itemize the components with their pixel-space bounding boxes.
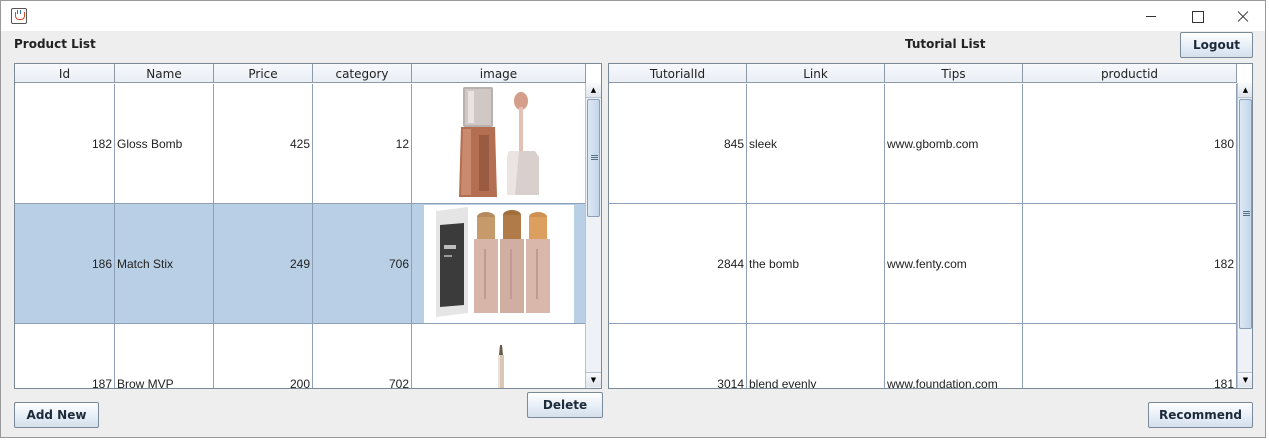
product-list-label: Product List	[14, 37, 96, 51]
product-id-cell[interactable]: 186	[15, 204, 115, 323]
product-category-cell[interactable]: 12	[313, 84, 412, 203]
brow-pencil-product-image	[448, 324, 549, 388]
product-price-cell[interactable]: 249	[214, 204, 313, 323]
table-row[interactable]: 182 Gloss Bomb 425 12	[15, 84, 586, 204]
column-header-link[interactable]: Link	[747, 64, 885, 83]
product-table-body: 182 Gloss Bomb 425 12 186 Match Stix 249…	[15, 84, 586, 388]
product-id-cell[interactable]: 187	[15, 324, 115, 388]
scroll-up-icon[interactable]: ▲	[1238, 83, 1252, 98]
column-header-image[interactable]: image	[412, 64, 586, 83]
product-name-cell[interactable]: Gloss Bomb	[115, 84, 214, 203]
product-table-header: Id Name Price category image	[15, 64, 586, 83]
tutorial-link-cell[interactable]: the bomb	[747, 204, 885, 323]
tutorial-productid-cell[interactable]: 180	[1023, 84, 1237, 203]
tutorial-tips-cell[interactable]: www.foundation.com	[885, 324, 1023, 388]
minimize-icon[interactable]	[1128, 1, 1174, 31]
product-price-cell[interactable]: 200	[214, 324, 313, 388]
table-row[interactable]: 2844 the bomb www.fenty.com 182	[609, 204, 1237, 324]
tutorial-id-cell[interactable]: 2844	[609, 204, 747, 323]
product-category-cell[interactable]: 706	[313, 204, 412, 323]
tutorial-link-cell[interactable]: sleek	[747, 84, 885, 203]
scroll-down-icon[interactable]: ▼	[1238, 372, 1252, 387]
tutorial-link-cell[interactable]: blend evenly	[747, 324, 885, 388]
column-header-id[interactable]: Id	[15, 64, 115, 83]
recommend-button[interactable]: Recommend	[1148, 402, 1253, 428]
scroll-up-icon[interactable]: ▲	[586, 83, 601, 98]
tutorial-table: TutorialId Link Tips productid 845 sleek…	[608, 63, 1253, 389]
tutorial-table-body: 845 sleek www.gbomb.com 180 2844 the bom…	[609, 84, 1237, 388]
title-bar	[1, 1, 1265, 31]
tutorial-list-label: Tutorial List	[905, 37, 986, 51]
column-header-productid[interactable]: productid	[1023, 64, 1237, 83]
lip-gloss-product-image	[448, 84, 549, 203]
close-icon[interactable]	[1220, 1, 1266, 31]
product-price-cell[interactable]: 425	[214, 84, 313, 203]
table-row[interactable]: 3014 blend evenly www.foundation.com 181	[609, 324, 1237, 388]
column-header-price[interactable]: Price	[214, 64, 313, 83]
table-row[interactable]: 186 Match Stix 249 706	[15, 204, 586, 324]
column-header-name[interactable]: Name	[115, 64, 214, 83]
scrollbar-thumb[interactable]	[587, 99, 600, 217]
scrollbar-thumb[interactable]	[1239, 99, 1252, 329]
product-id-cell[interactable]: 182	[15, 84, 115, 203]
delete-button[interactable]: Delete	[527, 392, 603, 418]
column-header-category[interactable]: category	[313, 64, 412, 83]
column-header-tutorialid[interactable]: TutorialId	[609, 64, 747, 83]
column-header-tips[interactable]: Tips	[885, 64, 1023, 83]
tutorial-id-cell[interactable]: 845	[609, 84, 747, 203]
product-table: Id Name Price category image 182 Gloss B…	[14, 63, 602, 389]
match-stix-product-image	[423, 204, 574, 323]
add-new-button[interactable]: Add New	[14, 402, 99, 428]
product-image-cell[interactable]	[412, 324, 586, 388]
table-row[interactable]: 845 sleek www.gbomb.com 180	[609, 84, 1237, 204]
maximize-icon[interactable]	[1174, 1, 1220, 31]
tutorial-productid-cell[interactable]: 182	[1023, 204, 1237, 323]
product-category-cell[interactable]: 702	[313, 324, 412, 388]
scroll-down-icon[interactable]: ▼	[586, 372, 601, 387]
product-table-scrollbar[interactable]: ▲ ▼	[585, 83, 601, 388]
product-name-cell[interactable]: Match Stix	[115, 204, 214, 323]
tutorial-table-scrollbar[interactable]: ▲ ▼	[1237, 83, 1252, 388]
tutorial-tips-cell[interactable]: www.fenty.com	[885, 204, 1023, 323]
logout-button[interactable]: Logout	[1180, 32, 1253, 58]
product-name-cell[interactable]: Brow MVP	[115, 324, 214, 388]
tutorial-id-cell[interactable]: 3014	[609, 324, 747, 388]
product-image-cell[interactable]	[412, 84, 586, 203]
app-window: Product List Id Name Price category imag…	[0, 0, 1266, 438]
table-row[interactable]: 187 Brow MVP 200 702	[15, 324, 586, 388]
java-cup-icon	[11, 8, 27, 24]
tutorial-table-header: TutorialId Link Tips productid	[609, 64, 1237, 83]
tutorial-tips-cell[interactable]: www.gbomb.com	[885, 84, 1023, 203]
tutorial-productid-cell[interactable]: 181	[1023, 324, 1237, 388]
product-image-cell[interactable]	[412, 204, 586, 323]
